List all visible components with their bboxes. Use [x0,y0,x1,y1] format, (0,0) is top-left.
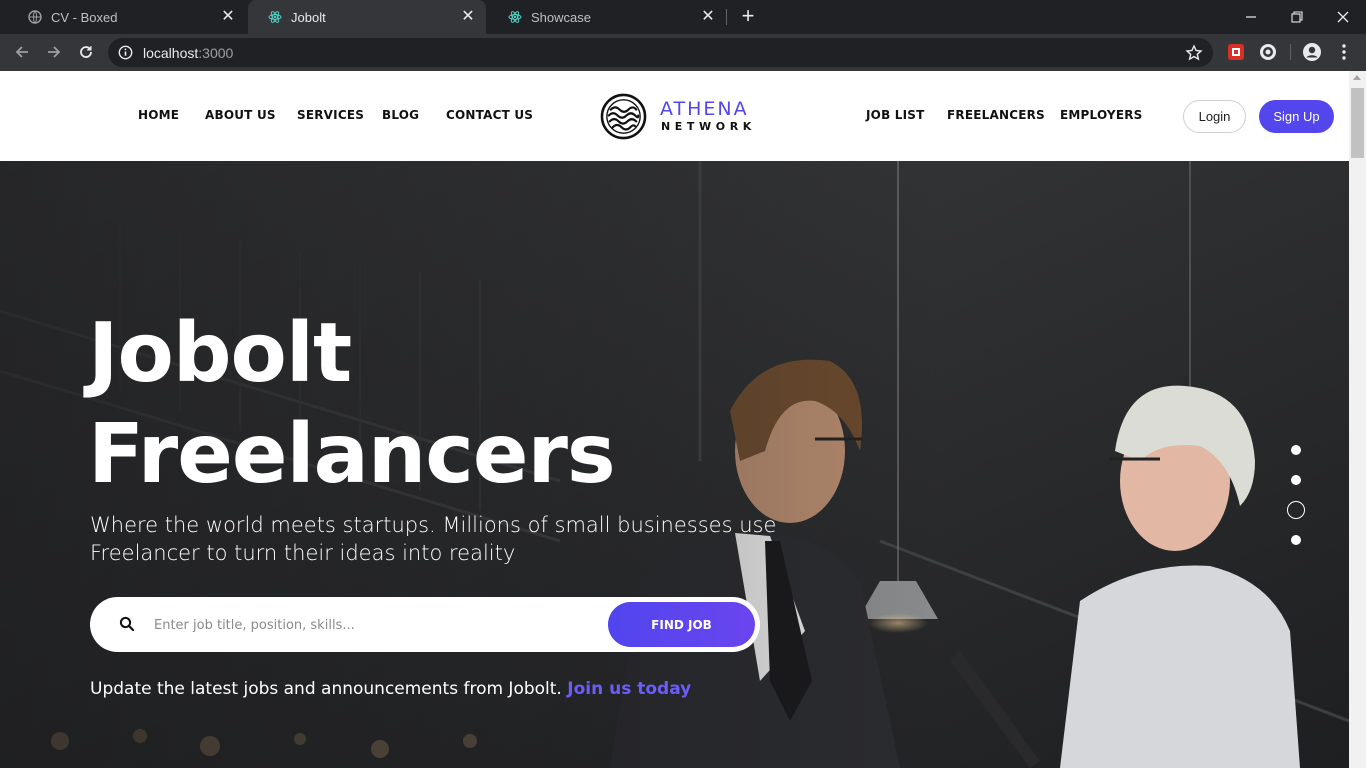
logo-mark-icon [600,93,647,140]
page-scrollbar[interactable] [1349,71,1366,768]
info-icon[interactable] [118,45,133,60]
menu-kebab-icon[interactable] [1334,42,1354,62]
url-host: localhost [143,45,199,61]
close-icon[interactable]: ✕ [220,9,236,25]
restore-icon [1291,11,1303,23]
url-port: :3000 [198,45,234,61]
nav-services[interactable]: SERVICES [297,108,364,122]
close-window-button[interactable] [1320,0,1366,34]
hero-title-line-1: Jobolt [88,306,352,401]
toolbar-separator [1290,44,1291,60]
slider-pagination [1287,445,1305,555]
site-logo[interactable]: ATHENA NETWORK [600,93,760,141]
tab-title: CV - Boxed [51,9,118,25]
back-button[interactable] [10,40,34,64]
tab-cv-boxed[interactable]: CV - Boxed ✕ [8,0,246,34]
restore-button[interactable] [1274,0,1320,34]
minimize-icon [1246,16,1256,18]
hero-title-line-2: Freelancers [88,407,616,502]
logo-subtitle: NETWORK [661,120,756,133]
react-icon [508,10,522,24]
slider-dot-active[interactable] [1287,501,1305,519]
slider-dot[interactable] [1291,475,1301,485]
scrollbar-thumb[interactable] [1351,88,1364,158]
react-icon [268,10,282,24]
nav-contact-us[interactable]: CONTACT US [446,108,533,122]
nav-home[interactable]: HOME [138,108,179,122]
nav-employers[interactable]: EMPLOYERS [1060,108,1143,122]
close-icon [1337,11,1349,23]
bookmark-star-icon[interactable] [1185,44,1203,62]
tab-jobolt[interactable]: Jobolt ✕ [248,0,486,34]
url-text: localhost:3000 [143,45,233,61]
minimize-button[interactable] [1228,0,1274,34]
web-page: HOME ABOUT US SERVICES BLOG CONTACT US A… [0,71,1349,768]
nav-blog[interactable]: BLOG [382,108,419,122]
scroll-up-icon[interactable] [1353,75,1361,80]
job-search-input[interactable] [154,611,574,639]
arrow-right-icon [48,46,61,58]
tab-separator [726,9,727,25]
extension-icon[interactable] [1226,42,1246,62]
hero-announcement-text: Update the latest jobs and announcements… [90,679,562,699]
job-search-bar: FIND JOB [90,597,760,652]
extension-icon[interactable] [1258,42,1278,62]
browser-toolbar: localhost:3000 [0,34,1366,71]
address-bar[interactable]: localhost:3000 [108,38,1213,67]
nav-about-us[interactable]: ABOUT US [205,108,276,122]
site-header: HOME ABOUT US SERVICES BLOG CONTACT US A… [0,71,1349,161]
nav-job-list[interactable]: JOB LIST [866,108,925,122]
search-icon [118,615,136,633]
slider-dot[interactable] [1291,445,1301,455]
reload-icon [80,46,92,58]
new-tab-button[interactable]: + [737,5,759,28]
arrow-left-icon [15,46,28,58]
forward-button[interactable] [42,40,66,64]
globe-icon [28,10,42,24]
hero-title: Jobolt Freelancers [88,303,788,505]
browser-tab-strip: CV - Boxed ✕ Jobolt ✕ Showcase ✕ + [0,0,1366,34]
hero-subtitle: Where the world meets startups. Millions… [90,513,777,565]
hero-announcement: Update the latest jobs and announcements… [90,679,691,699]
nav-freelancers[interactable]: FREELANCERS [947,108,1045,122]
profile-avatar-icon[interactable] [1302,42,1322,62]
slider-dot[interactable] [1291,535,1301,545]
close-icon[interactable]: ✕ [460,9,476,25]
tab-title: Jobolt [291,9,326,25]
tab-showcase[interactable]: Showcase ✕ [488,0,726,34]
join-us-link[interactable]: Join us today [567,679,691,699]
reload-button[interactable] [74,40,98,64]
tab-title: Showcase [531,9,591,25]
logo-name: ATHENA [660,98,749,120]
hero-section: Jobolt Freelancers Where the world meets… [0,161,1349,768]
login-button[interactable]: Login [1183,100,1246,133]
signup-button[interactable]: Sign Up [1259,100,1334,133]
find-job-button[interactable]: FIND JOB [608,602,755,647]
close-icon[interactable]: ✕ [700,9,716,25]
